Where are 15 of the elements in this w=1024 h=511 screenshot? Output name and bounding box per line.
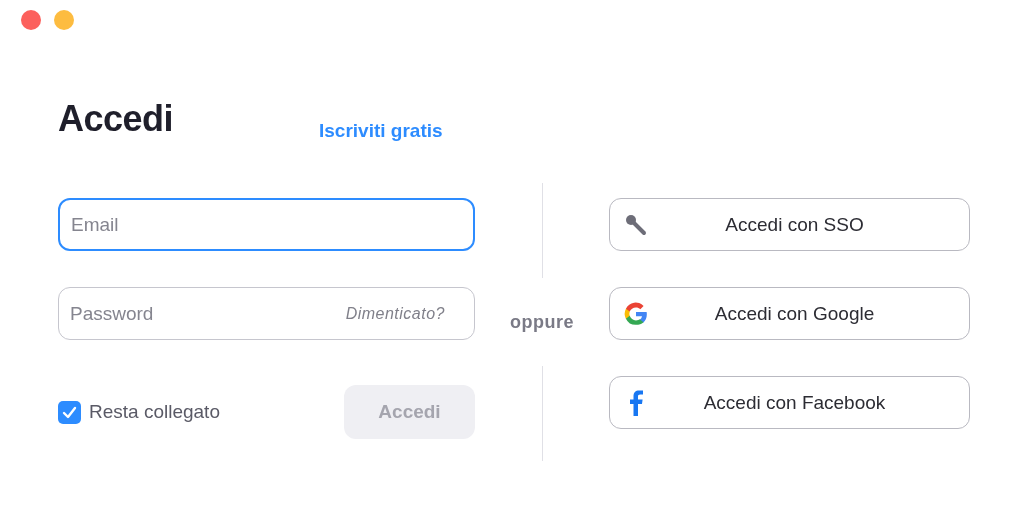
google-icon (623, 300, 649, 327)
forgot-password-link[interactable]: Dimenticato? (345, 304, 445, 323)
stay-signed-in-label: Resta collegato (89, 401, 220, 423)
close-button[interactable] (21, 10, 41, 30)
google-sign-in-button[interactable]: Accedi con Google (609, 287, 970, 340)
stay-signed-in-checkbox[interactable] (58, 400, 81, 424)
key-icon (625, 213, 647, 236)
email-field[interactable]: Email (58, 198, 475, 251)
sso-sign-in-button[interactable]: Accedi con SSO (609, 198, 970, 251)
facebook-sign-in-button[interactable]: Accedi con Facebook (609, 376, 970, 429)
sign-in-title: Accedi (58, 99, 175, 139)
minimize-button[interactable] (54, 10, 74, 30)
facebook-icon (629, 389, 643, 416)
separator-text: oppure (510, 311, 574, 333)
check-icon (62, 405, 77, 419)
